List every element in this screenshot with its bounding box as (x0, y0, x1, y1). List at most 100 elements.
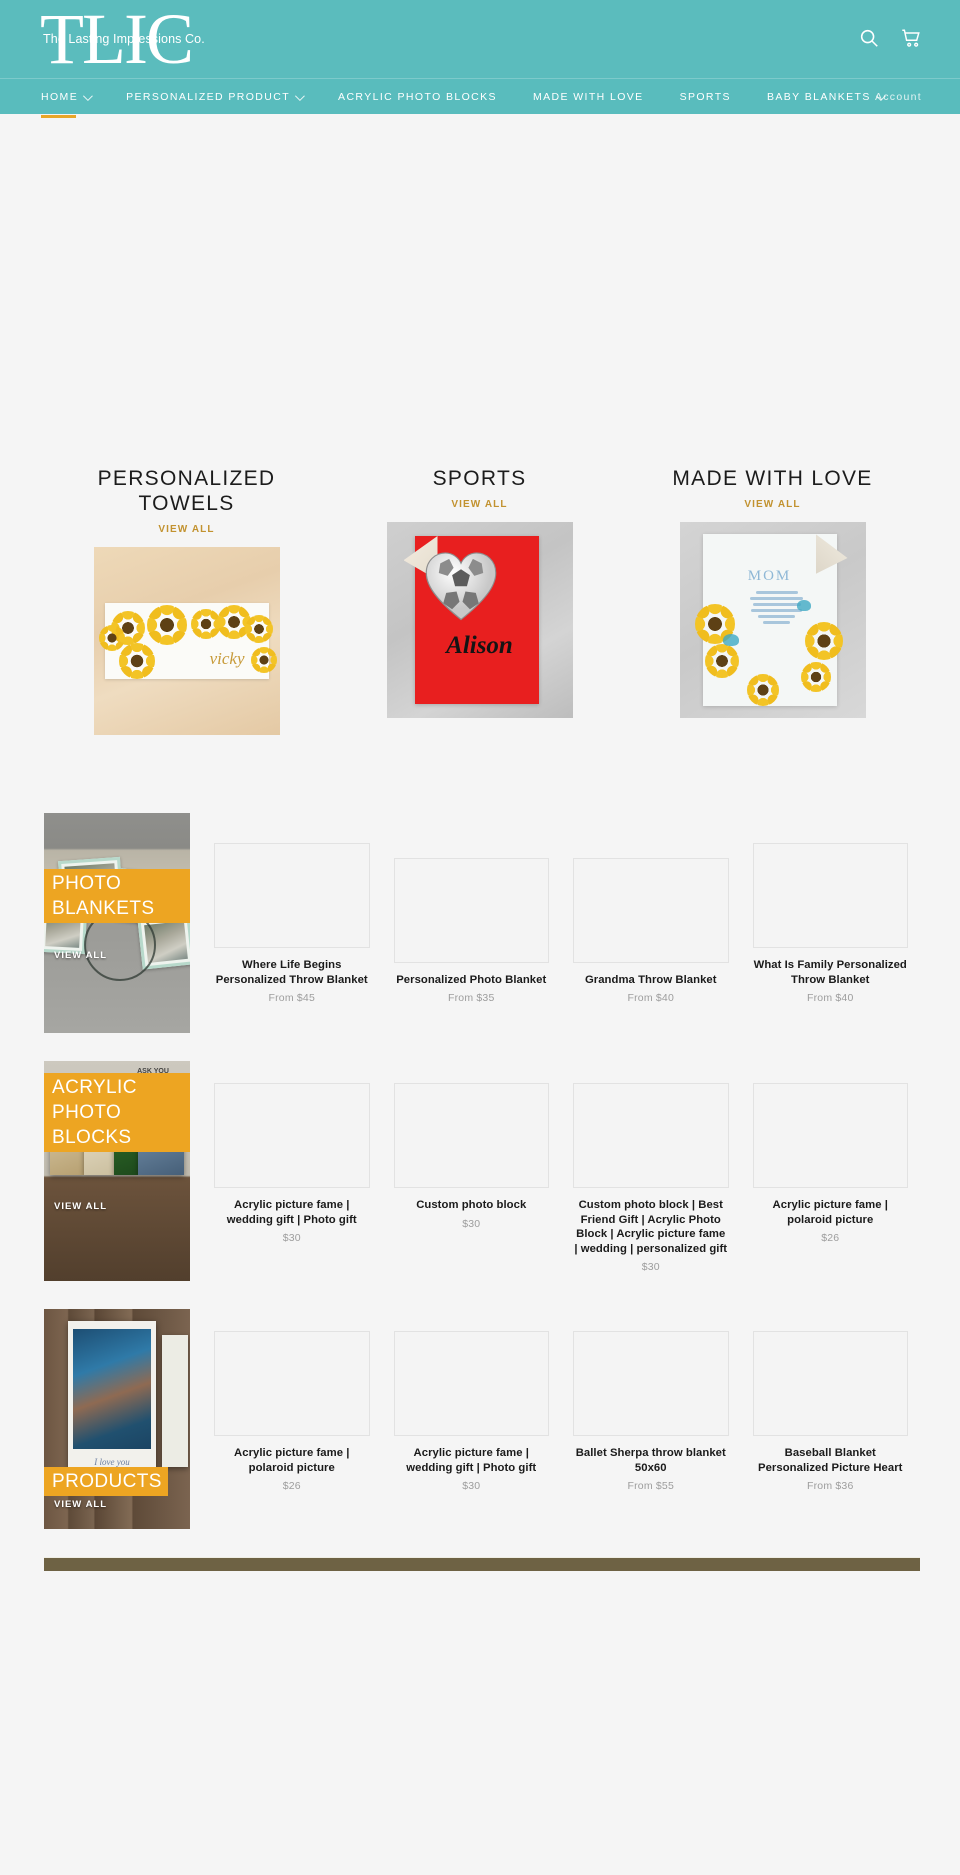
product-card[interactable]: Acrylic picture fame | wedding gift | Ph… (202, 1083, 382, 1273)
collection-tile-products[interactable]: I love you PRODUCTS VIEW ALL (44, 1309, 190, 1529)
featured-collections: PERSONALIZED TOWELS VIEW ALL vicky SPORT… (0, 466, 960, 735)
account-link[interactable]: Account (875, 91, 922, 103)
product-image-placeholder[interactable] (752, 1083, 908, 1188)
view-all-link[interactable]: VIEW ALL (54, 950, 107, 961)
product-price: $26 (821, 1232, 840, 1244)
collection-row: I love you PRODUCTS VIEW ALL Acrylic pictu… (0, 1309, 960, 1529)
product-price: $26 (282, 1480, 301, 1492)
collection-title: PERSONALIZED TOWELS (97, 467, 276, 515)
collection-image-towels[interactable]: vicky (40, 547, 333, 735)
product-card[interactable]: Custom photo block $30 (382, 1083, 562, 1273)
product-title: Grandma Throw Blanket (584, 973, 717, 986)
product-image-placeholder[interactable] (393, 1331, 549, 1436)
nav-item-personalized-product[interactable]: PERSONALIZED PRODUCT (126, 79, 305, 115)
view-all-link[interactable]: VIEW ALL (158, 524, 214, 535)
view-all-link[interactable]: VIEW ALL (54, 1499, 107, 1510)
product-image-placeholder[interactable] (573, 1083, 729, 1188)
nav-item-label: SPORTS (679, 91, 731, 103)
collection-title: SPORTS (432, 467, 527, 490)
nav-item-label: HOME (41, 91, 79, 103)
chevron-down-icon (83, 90, 93, 101)
hero-slideshow-area (0, 114, 960, 466)
product-price: From $40 (806, 992, 854, 1004)
nav-item-label: BABY BLANKETS (766, 91, 871, 103)
collection-row: PHOTO BLANKETS VIEW ALL Where Life Begins … (0, 813, 960, 1033)
collection-title: MADE WITH LOVE (672, 467, 873, 490)
product-price: From $40 (627, 992, 675, 1004)
product-title: What Is Family Personalized Throw Blanke… (753, 959, 907, 986)
product-image-placeholder[interactable] (393, 857, 549, 963)
product-card[interactable]: Personalized Photo Blanket From $35 (382, 856, 562, 1004)
featured-collection-sports[interactable]: SPORTS VIEW ALL Alison (333, 466, 626, 735)
product-title: Ballet Sherpa throw blanket 50x60 (575, 1447, 726, 1474)
product-card[interactable]: Where Life Begins Personalized Throw Bla… (202, 843, 382, 1004)
view-all-link[interactable]: VIEW ALL (744, 499, 800, 510)
product-personalization-name: vicky (209, 649, 245, 668)
product-price: From $35 (447, 992, 495, 1004)
product-image-placeholder[interactable] (573, 1331, 729, 1436)
main-navigation: HOME PERSONALIZED PRODUCT ACRYLIC PHOTO BL… (0, 78, 960, 118)
product-price: From $36 (806, 1480, 854, 1492)
nav-item-label: PERSONALIZED PRODUCT (126, 91, 291, 103)
product-card[interactable]: Acrylic picture fame | wedding gift | Ph… (382, 1331, 562, 1492)
product-price: $30 (462, 1217, 481, 1230)
product-title: Personalized Photo Blanket (396, 973, 547, 986)
product-card[interactable]: Grandma Throw Blanket From $40 (561, 854, 741, 1004)
collection-rows: PHOTO BLANKETS VIEW ALL Where Life Begins … (0, 813, 960, 1529)
product-grid: Where Life Begins Personalized Throw Bla… (202, 813, 920, 1004)
view-all-link[interactable]: VIEW ALL (451, 499, 507, 510)
view-all-link[interactable]: VIEW ALL (54, 1201, 107, 1212)
featured-collection-towels[interactable]: PERSONALIZED TOWELS VIEW ALL vicky (40, 466, 333, 735)
product-price: $30 (641, 1261, 660, 1273)
chevron-down-icon (295, 90, 305, 101)
product-price: From $55 (627, 1480, 675, 1492)
soccer-heart-graphic (425, 552, 496, 621)
product-title: Acrylic picture fame | wedding gift | Ph… (406, 1447, 537, 1474)
product-card[interactable]: Baseball Blanket Personalized Picture He… (741, 1331, 921, 1492)
collection-image-love[interactable]: MOM (626, 522, 919, 718)
collection-image-sports[interactable]: Alison (333, 522, 626, 718)
collection-tile-label: PHOTO BLANKETS (44, 869, 190, 923)
product-title: Baseball Blanket Personalized Picture He… (758, 1447, 903, 1474)
product-image-placeholder[interactable] (573, 857, 729, 963)
shopping-cart-icon[interactable] (900, 27, 922, 49)
product-image-placeholder[interactable] (752, 1331, 908, 1436)
product-price: $30 (282, 1232, 301, 1244)
product-title: Custom photo block | Best Friend Gift | … (574, 1199, 728, 1255)
product-image-placeholder[interactable] (752, 843, 908, 948)
product-image-placeholder[interactable] (214, 1331, 370, 1436)
site-logo[interactable]: TLIC The Lasting Impressions Co. (40, 2, 240, 76)
product-title: Where Life Begins Personalized Throw Bla… (215, 959, 368, 986)
featured-collection-made-with-love[interactable]: MADE WITH LOVE VIEW ALL MOM (626, 466, 919, 735)
nav-item-acrylic-photo-blocks[interactable]: ACRYLIC PHOTO BLOCKS (338, 79, 497, 115)
product-card[interactable]: Acrylic picture fame | polaroid picture $… (741, 1083, 921, 1273)
product-price: $30 (462, 1480, 481, 1492)
product-card[interactable]: Acrylic picture fame | polaroid picture $… (202, 1331, 382, 1492)
nav-item-sports[interactable]: SPORTS (680, 79, 731, 115)
collection-row: ASK YOUBEINGUNPAIDTHERAPIST ACRYLIC PHOT… (0, 1061, 960, 1281)
nav-item-home[interactable]: HOME (41, 79, 93, 118)
product-image-placeholder[interactable] (214, 1083, 370, 1188)
nav-item-baby-blankets[interactable]: BABY BLANKETS (766, 79, 886, 115)
nav-item-label: ACRYLIC PHOTO BLOCKS (338, 91, 497, 103)
header-icon-group (858, 27, 922, 49)
product-title: Acrylic picture fame | polaroid picture (234, 1447, 350, 1474)
product-price: From $45 (268, 992, 316, 1004)
search-icon[interactable] (858, 27, 880, 49)
collection-tile-label: PRODUCTS (44, 1467, 168, 1496)
product-grid: Acrylic picture fame | wedding gift | Ph… (202, 1061, 920, 1273)
product-card[interactable]: What Is Family Personalized Throw Blanke… (741, 843, 921, 1004)
product-image-placeholder[interactable] (214, 843, 370, 948)
logo-tagline: The Lasting Impressions Co. (43, 32, 205, 46)
next-collection-tile-peek[interactable] (44, 1557, 920, 1571)
product-title: Custom photo block (416, 1199, 527, 1211)
collection-tile-acrylic-photo-blocks[interactable]: ASK YOUBEINGUNPAIDTHERAPIST ACRYLIC PHOT… (44, 1061, 190, 1281)
nav-item-made-with-love[interactable]: MADE WITH LOVE (533, 79, 644, 115)
nav-item-label: MADE WITH LOVE (532, 91, 644, 103)
product-card[interactable]: Ballet Sherpa throw blanket 50x60 From $5… (561, 1331, 741, 1492)
product-grid: Acrylic picture fame | polaroid picture $… (202, 1309, 920, 1492)
collection-tile-photo-blankets[interactable]: PHOTO BLANKETS VIEW ALL (44, 813, 190, 1033)
site-header: TLIC The Lasting Impressions Co. (0, 0, 960, 78)
product-card[interactable]: Custom photo block | Best Friend Gift | … (561, 1083, 741, 1273)
product-image-placeholder[interactable] (393, 1083, 549, 1188)
